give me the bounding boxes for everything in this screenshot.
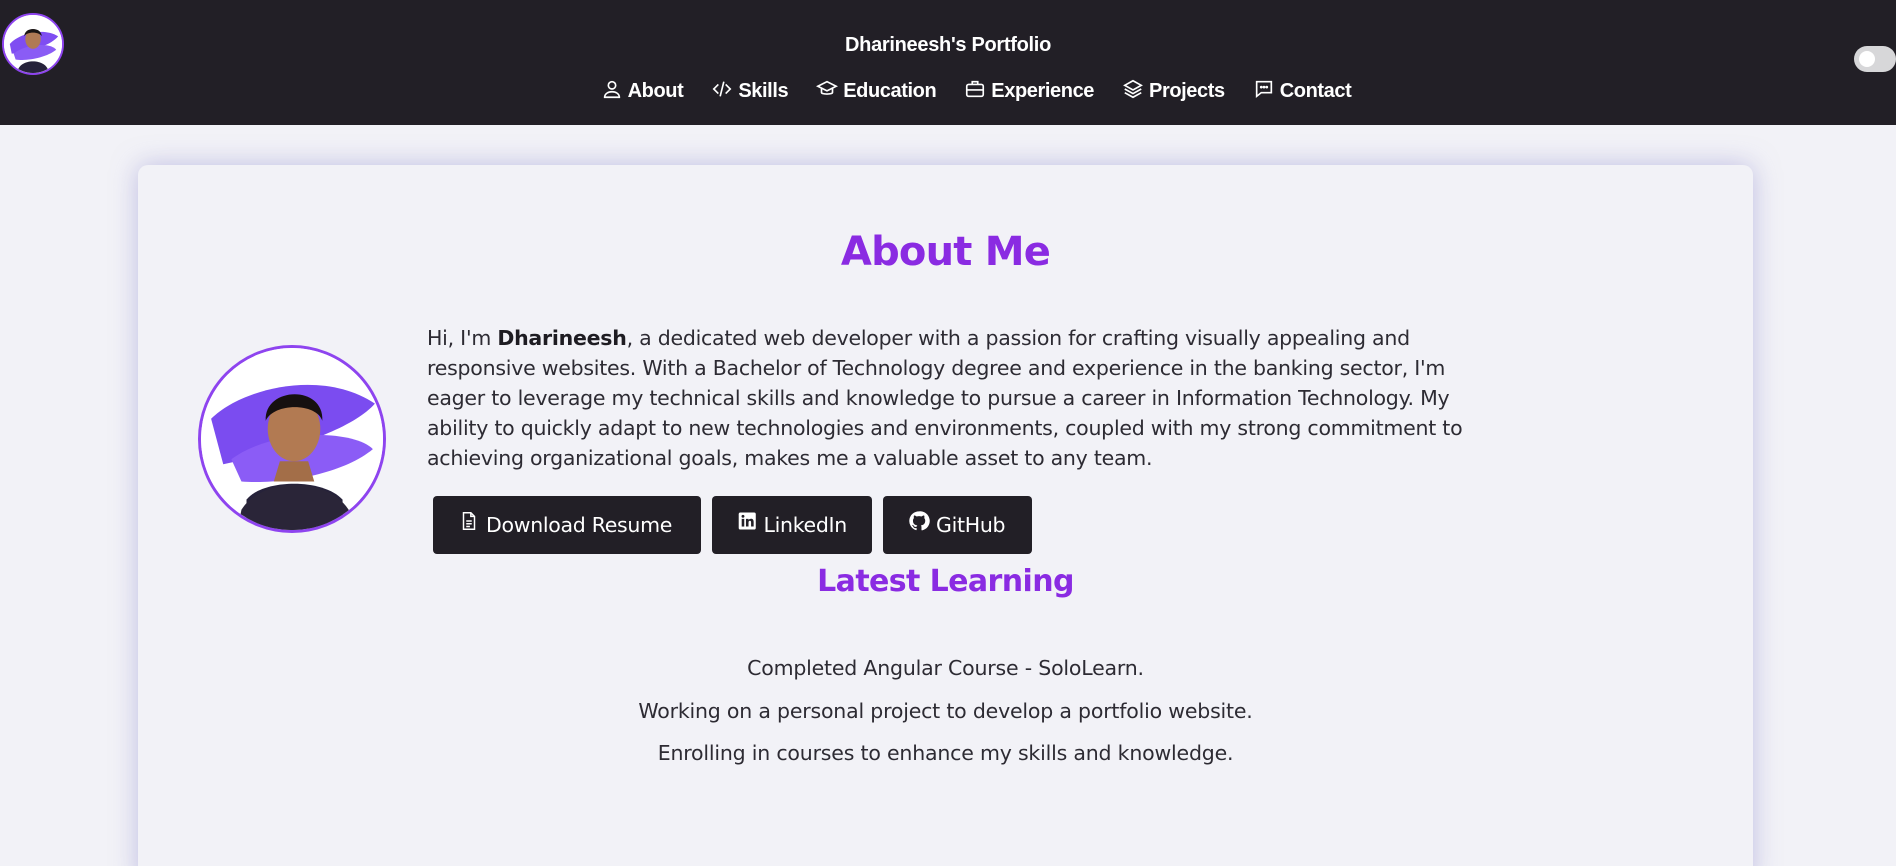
nav-projects-label: Projects [1149,80,1225,102]
linkedin-icon [738,512,756,530]
list-item: Enrolling in courses to enhance my skill… [657,741,1234,765]
download-resume-label: Download Resume [486,513,673,537]
profile-photo [198,345,386,533]
github-label: GitHub [936,513,1006,537]
profile-portrait-icon [201,348,383,530]
briefcase-icon [966,80,985,97]
site-title: Dharineesh's Portfolio [845,34,1051,56]
nav-about[interactable]: About [601,80,684,103]
about-title: About Me [840,229,1051,275]
learning-list: Completed Angular Course - SoloLearn. Wo… [138,653,1753,781]
nav-about-label: About [627,80,684,102]
nav-contact[interactable]: Contact [1253,80,1352,103]
graduation-cap-icon [816,80,839,95]
nav-experience[interactable]: Experience [964,80,1094,103]
main-nav: About Skills Education Experience Projec… [0,79,1896,103]
nav-experience-label: Experience [991,80,1095,102]
nav-education-label: Education [843,80,937,102]
github-icon [909,511,930,531]
theme-toggle-knob [1859,51,1875,67]
list-item: Working on a personal project to develop… [638,698,1253,723]
nav-projects[interactable]: Projects [1122,79,1225,103]
nav-education[interactable]: Education [816,80,937,103]
download-resume-button[interactable]: Download Resume [433,496,701,554]
bio-name: Dharineesh [497,326,627,350]
document-icon [462,512,476,530]
code-icon [712,80,732,97]
nav-skills-label: Skills [738,80,789,102]
theme-toggle[interactable] [1854,46,1896,72]
list-item: Completed Angular Course - SoloLearn. [747,656,1144,680]
chat-bubble-icon [1255,80,1272,98]
site-header: Dharineesh's Portfolio About Skills Educ… [0,0,1896,125]
action-buttons: Download Resume LinkedIn GitHub [433,496,1032,554]
linkedin-label: LinkedIn [763,513,847,537]
github-button[interactable]: GitHub [883,496,1032,554]
nav-contact-label: Contact [1279,80,1352,102]
linkedin-button[interactable]: LinkedIn [712,496,872,554]
layers-icon [1123,79,1143,98]
user-icon [603,80,620,98]
about-card: About Me Hi, I'm Dharineesh, a dedicated… [138,165,1753,866]
nav-skills[interactable]: Skills [711,80,789,103]
bio-intro: Hi, I'm [427,326,498,350]
latest-learning-title: Latest Learning [817,564,1074,599]
bio-paragraph: Hi, I'm Dharineesh, a dedicated web deve… [427,323,1467,473]
